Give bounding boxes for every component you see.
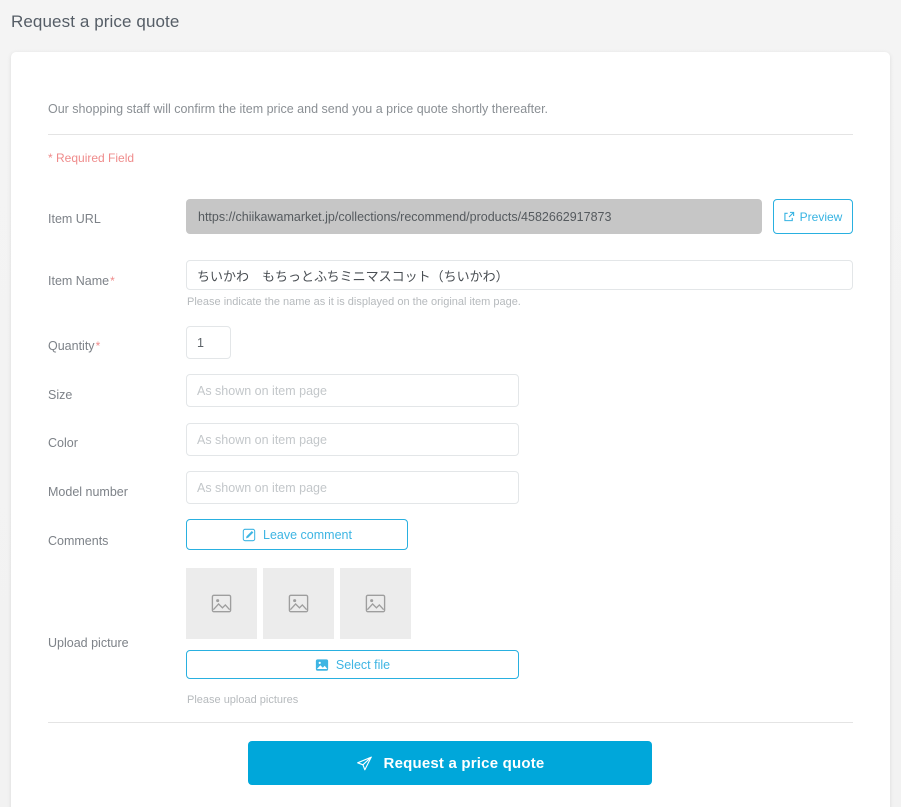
submit-button-label: Request a price quote xyxy=(383,754,545,772)
divider-bottom xyxy=(48,722,853,723)
item-name-helper: Please indicate the name as it is displa… xyxy=(187,296,521,308)
model-number-input[interactable] xyxy=(186,471,519,504)
label-item-url-text: Item URL xyxy=(48,212,101,226)
label-upload-picture: Upload picture xyxy=(48,636,129,650)
label-item-name: Item Name* xyxy=(48,274,115,288)
image-placeholder-icon xyxy=(364,592,387,615)
label-comments: Comments xyxy=(48,534,108,548)
label-size: Size xyxy=(48,388,72,402)
label-comments-text: Comments xyxy=(48,534,109,548)
image-icon xyxy=(315,658,329,672)
label-color-text: Color xyxy=(48,436,78,450)
label-quantity-text: Quantity xyxy=(48,339,95,353)
leave-comment-button[interactable]: Leave comment xyxy=(186,519,408,550)
size-input[interactable] xyxy=(186,374,519,407)
select-file-label: Select file xyxy=(335,657,391,672)
required-field-note: * Required Field xyxy=(48,151,135,165)
thumbnail-slot[interactable] xyxy=(340,568,411,639)
label-quantity: Quantity* xyxy=(48,339,100,353)
label-size-text: Size xyxy=(48,388,73,402)
item-url-input[interactable] xyxy=(186,199,762,234)
image-placeholder-icon xyxy=(287,592,310,615)
thumbnail-slot[interactable] xyxy=(186,568,257,639)
label-upload-picture-text: Upload picture xyxy=(48,636,129,650)
quantity-required-star: * xyxy=(95,339,101,353)
send-paper-plane-icon xyxy=(356,755,373,772)
leave-comment-label: Leave comment xyxy=(263,527,352,542)
thumbnail-slot[interactable] xyxy=(263,568,334,639)
page-root: Request a price quote Our shopping staff… xyxy=(0,0,901,807)
quote-form-card: Our shopping staff will confirm the item… xyxy=(11,52,890,807)
color-input[interactable] xyxy=(186,423,519,456)
pencil-edit-icon xyxy=(242,528,256,542)
external-link-icon xyxy=(784,211,795,222)
intro-text: Our shopping staff will confirm the item… xyxy=(48,102,549,116)
label-item-url: Item URL xyxy=(48,212,101,226)
page-title: Request a price quote xyxy=(11,12,180,31)
label-color: Color xyxy=(48,436,78,450)
preview-button-label: Preview xyxy=(799,209,843,224)
image-placeholder-icon xyxy=(210,592,233,615)
select-file-button[interactable]: Select file xyxy=(186,650,519,679)
divider-top xyxy=(48,134,853,135)
submit-request-quote-button[interactable]: Request a price quote xyxy=(248,741,652,785)
preview-button[interactable]: Preview xyxy=(773,199,853,234)
quantity-input[interactable] xyxy=(186,326,231,359)
item-name-required-star: * xyxy=(110,274,115,288)
thumbnail-list xyxy=(186,568,411,639)
item-name-input[interactable] xyxy=(186,260,853,290)
upload-helper: Please upload pictures xyxy=(187,694,299,706)
label-model-number: Model number xyxy=(48,485,128,499)
label-item-name-text: Item Name xyxy=(48,274,110,288)
label-model-number-text: Model number xyxy=(48,485,128,499)
